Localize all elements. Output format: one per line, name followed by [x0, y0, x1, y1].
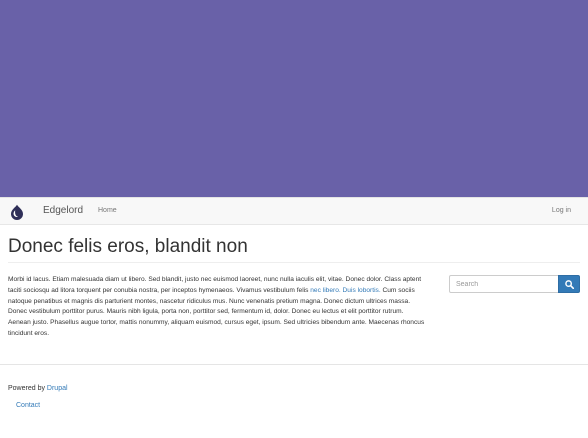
powered-by-label: Powered by — [8, 385, 45, 392]
body-paragraph: Morbi id lacus. Etiam malesuada diam ut … — [8, 275, 426, 340]
nav-home-link[interactable]: Home — [98, 207, 117, 214]
nav-login-link[interactable]: Log in — [552, 207, 571, 214]
site-brand-link[interactable]: Edgelord — [43, 205, 83, 216]
page-title: Donec felis eros, blandit non — [8, 236, 248, 257]
drupal-drop-icon — [11, 204, 23, 220]
powered-by-text: Powered by Drupal — [8, 385, 68, 392]
drupal-link[interactable]: Drupal — [47, 385, 68, 392]
contact-link[interactable]: Contact — [16, 402, 40, 409]
navbar: Edgelord Home Log in — [0, 197, 588, 225]
title-divider — [8, 262, 580, 263]
body-text-part-2: Cum sociis natoque penatibus et magnis d… — [8, 286, 425, 337]
site-logo[interactable] — [9, 204, 25, 220]
hero-banner — [0, 0, 588, 197]
body-link-nec-libero[interactable]: nec libero. — [310, 287, 340, 294]
footer-divider — [0, 364, 588, 365]
search-icon — [565, 280, 574, 289]
search-input[interactable] — [449, 275, 559, 293]
search-button[interactable] — [558, 275, 580, 293]
body-link-duis-lobortis[interactable]: Duis lobortis. — [343, 287, 381, 294]
